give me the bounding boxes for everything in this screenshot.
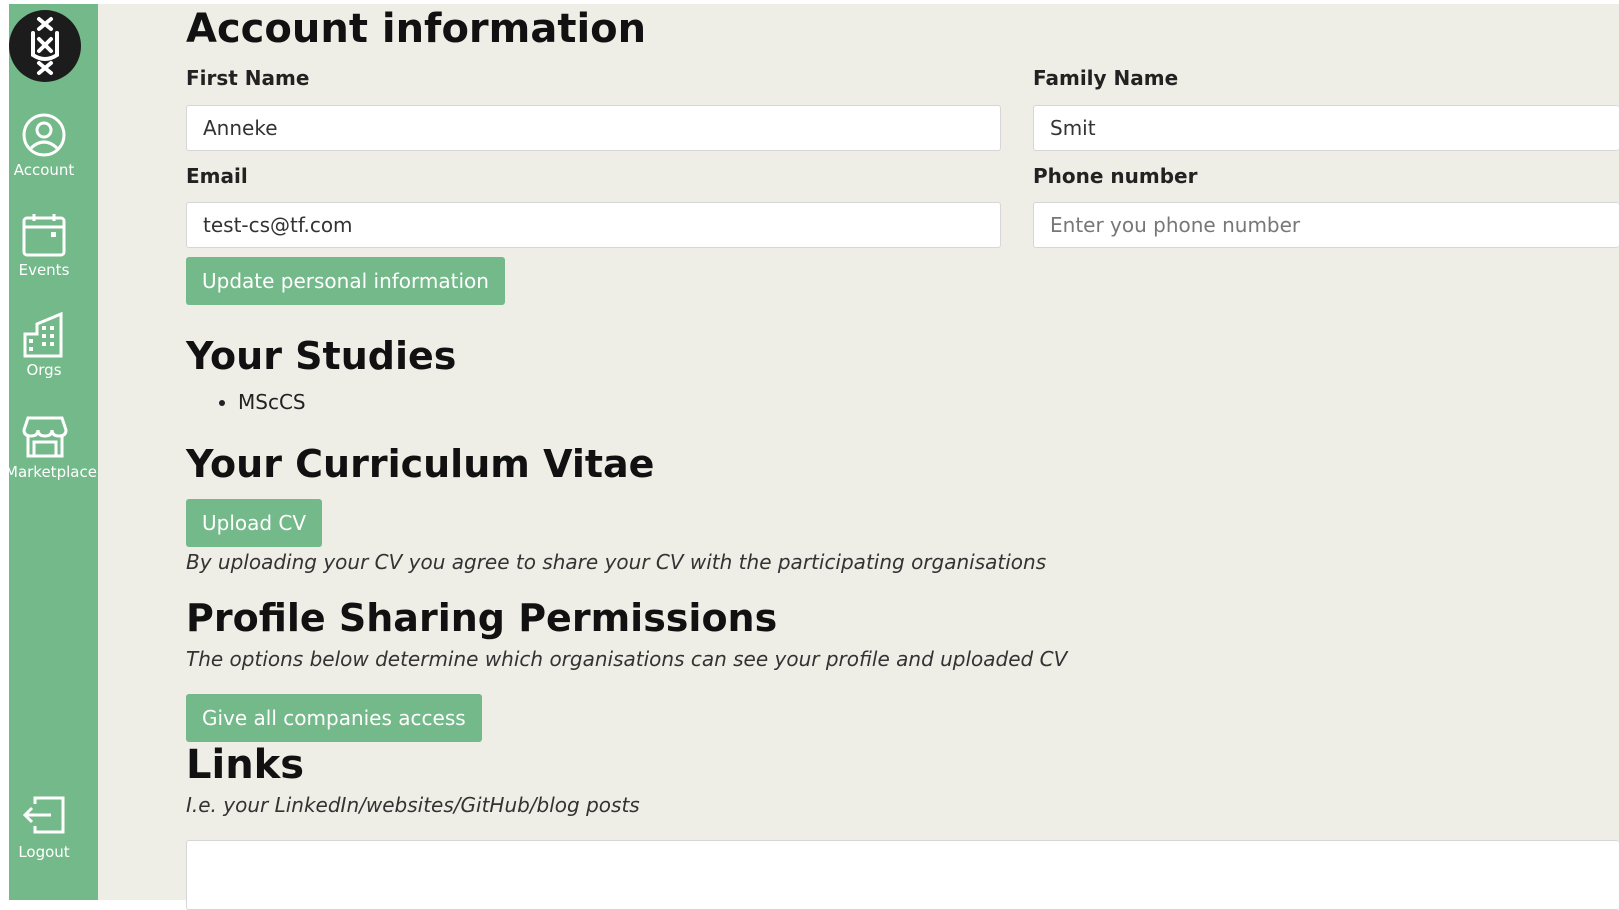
email-input[interactable] [186,202,1001,248]
cv-title: Your Curriculum Vitae [186,442,655,486]
logout-icon [22,796,65,834]
university-crest-icon [31,17,59,75]
account-icon [22,113,66,157]
building-icon [23,312,63,358]
logout-label: Logout [18,843,70,861]
sidebar-item-label: Account [13,161,75,179]
permissions-description: The options below determine which organi… [186,647,1068,671]
first-name-label: First Name [186,66,310,90]
sidebar-item-account[interactable]: Account [9,112,79,179]
studies-title: Your Studies [186,334,457,378]
family-name-label: Family Name [1033,66,1179,90]
phone-label: Phone number [1033,164,1198,188]
logout-button[interactable]: Logout [9,794,79,861]
studies-list: MScCS [218,390,306,414]
sidebar: Account Events Orgs Marketplace Logout [5,4,98,900]
first-name-input[interactable] [186,105,1001,151]
give-all-companies-access-button[interactable]: Give all companies access [186,694,482,742]
upload-cv-button[interactable]: Upload CV [186,499,323,547]
links-title: Links [186,742,305,788]
permissions-title: Profile Sharing Permissions [186,596,778,640]
family-name-input[interactable] [1033,105,1619,151]
sidebar-item-label: Events [18,261,70,279]
email-label: Email [186,164,248,188]
cv-note: By uploading your CV you agree to share … [186,550,1047,574]
university-logo[interactable] [9,10,81,82]
links-description: I.e. your LinkedIn/websites/GitHub/blog … [186,793,640,817]
phone-input[interactable] [1033,202,1619,248]
main-content: Account information First Name Family Na… [98,4,1619,910]
sidebar-item-label: Orgs [26,361,62,379]
page-title: Account information [186,6,647,52]
update-personal-info-button[interactable]: Update personal information [186,257,505,305]
sidebar-item-events[interactable]: Events [9,212,79,279]
list-item: MScCS [238,390,306,414]
sidebar-item-label: Marketplace [5,463,97,481]
store-icon [22,416,68,458]
sidebar-item-marketplace[interactable]: Marketplace [5,414,97,481]
calendar-icon [22,214,66,257]
sidebar-item-orgs[interactable]: Orgs [9,312,79,379]
